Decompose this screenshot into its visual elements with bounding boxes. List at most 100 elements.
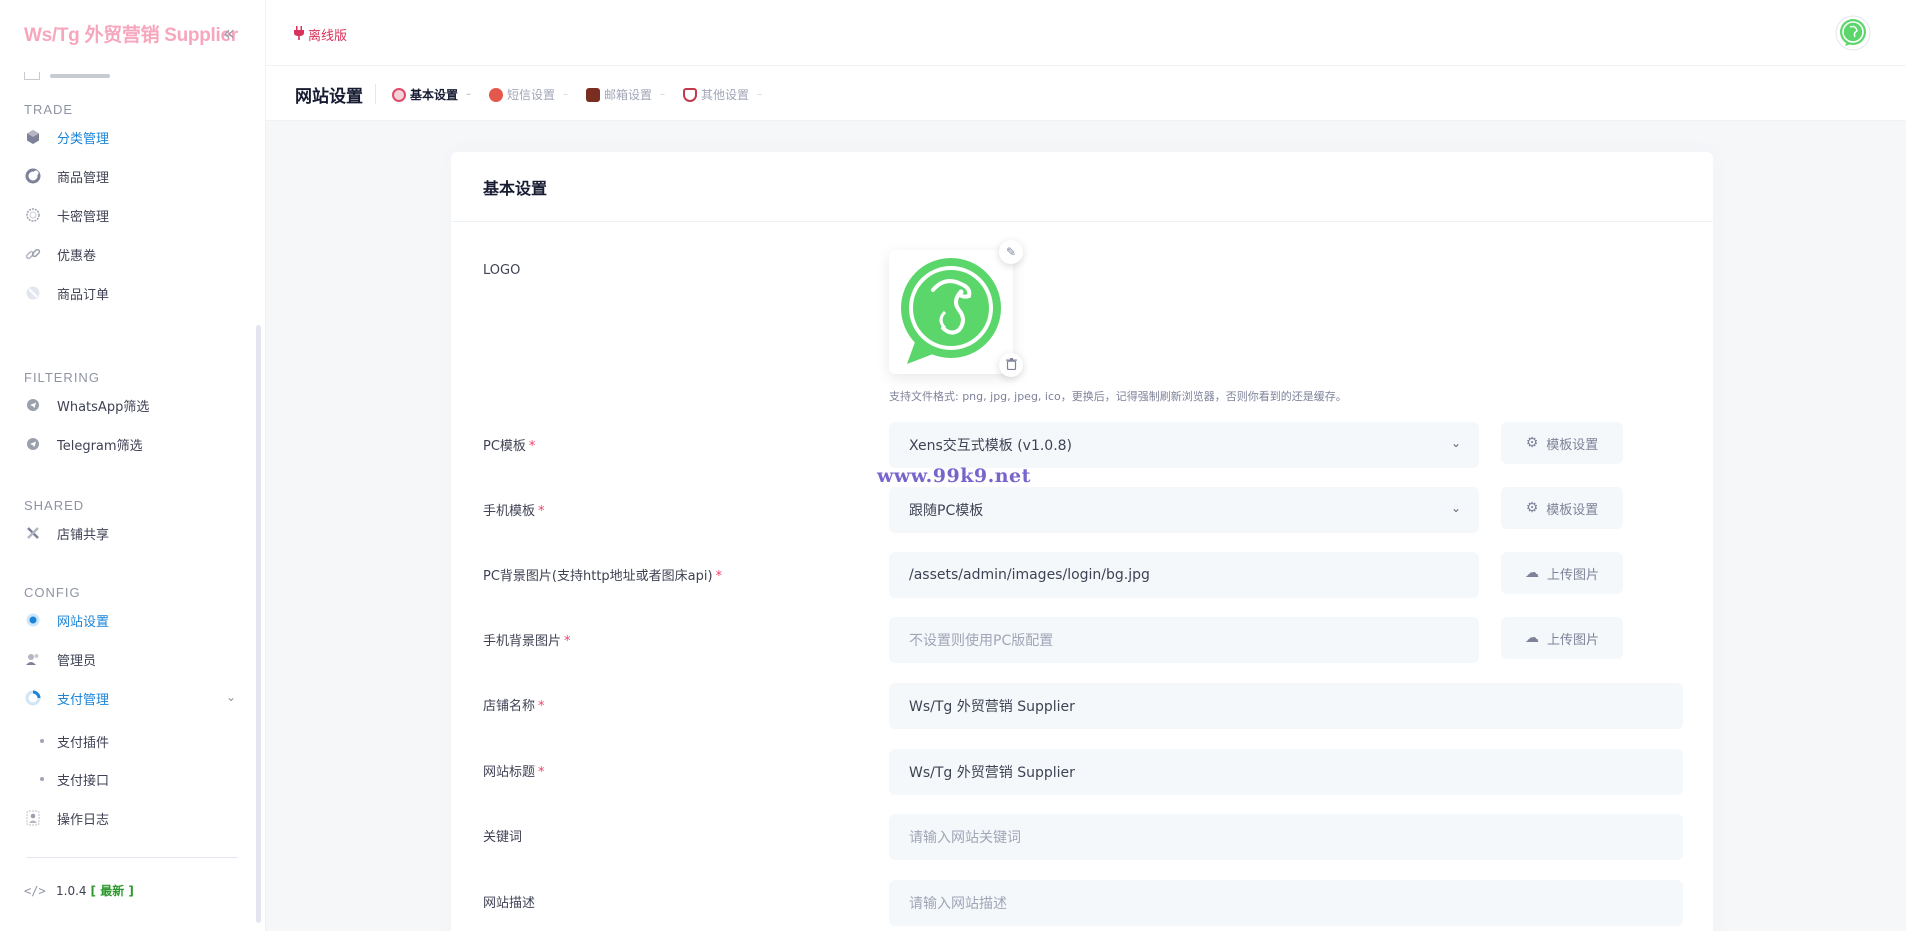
sidebar-item-admins[interactable]: 管理员	[24, 644, 244, 674]
tab-label: 其他设置	[701, 88, 750, 102]
page-toolbar: 网站设置 基本设置 – 短信设置 – 邮箱设置 – 其他设置 –	[266, 66, 1906, 121]
mobile-template-settings-button[interactable]: ⚙ 模板设置	[1501, 487, 1623, 529]
sidebar-item-cards[interactable]: 卡密管理	[24, 200, 244, 230]
collapse-sidebar-icon[interactable]: «	[218, 22, 240, 44]
mobile-template-settings-label: 模板设置	[1546, 502, 1599, 518]
sidebar: Ws/Tg 外贸营销 Supplier « TRADE 分类管理 商品管理 卡密…	[0, 0, 266, 931]
keywords-input[interactable]: 请输入网站关键词	[889, 814, 1683, 860]
shop-name-value: Ws/Tg 外贸营销 Supplier	[909, 699, 1075, 715]
chevron-down-icon: ⌄	[1450, 501, 1461, 515]
pc-template-settings-button[interactable]: ⚙ 模板设置	[1501, 422, 1623, 464]
shop-name-label: 店铺名称 *	[483, 695, 545, 714]
description-label: 网站描述	[483, 896, 536, 911]
menu-divider	[26, 857, 238, 858]
card-title: 基本设置	[483, 178, 548, 198]
mobile-background-placeholder: 不设置则使用PC版配置	[909, 633, 1054, 649]
tab-email-icon	[586, 87, 601, 102]
sidebar-item-orders[interactable]: 商品订单	[24, 278, 244, 308]
sidebar-subitem-pay-api[interactable]: 支付接口	[40, 765, 240, 793]
version-info[interactable]: </> 1.0.4 [ 最新 ]	[24, 882, 134, 899]
offline-label: 离线版	[308, 29, 348, 44]
sidebar-item-site-settings[interactable]: 网站设置	[24, 605, 244, 635]
tools-icon	[24, 524, 42, 542]
tab-separator: –	[466, 89, 472, 100]
link-icon	[24, 245, 42, 263]
settings-icon	[24, 611, 42, 629]
sidebar-item-category[interactable]: 分类管理	[24, 122, 244, 152]
required-mark: *	[564, 634, 571, 649]
settings-card: 基本设置 LOGO ✎ 支持文件格式: png, jpg, jpeg, ico，…	[451, 152, 1713, 931]
section-shared: SHARED	[24, 498, 85, 513]
pc-background-label: PC背景图片(支持http地址或者图床api) *	[483, 565, 722, 584]
pc-background-upload-button[interactable]: ☁ 上传图片	[1501, 552, 1623, 594]
sidebar-subitem-pay-plugins[interactable]: 支付插件	[40, 727, 240, 755]
keywords-label: 关键词	[483, 830, 523, 845]
telegram-icon	[24, 435, 42, 453]
sidebar-item-telegram[interactable]: Telegram筛选	[24, 429, 244, 459]
pc-template-select[interactable]: Xens交互式模板 (v1.0.8) ⌄	[889, 422, 1479, 468]
tab-other-settings[interactable]: 其他设置 –	[683, 86, 762, 103]
version-latest-badge: [ 最新 ]	[90, 884, 134, 898]
menu-item-partial[interactable]	[24, 71, 144, 81]
watermark-text: www.99k9.net	[877, 465, 1031, 487]
site-title-value: Ws/Tg 外贸营销 Supplier	[909, 765, 1075, 781]
sidebar-item-op-log[interactable]: 操作日志	[24, 803, 244, 833]
tab-basic-icon	[392, 87, 406, 102]
pc-background-value: /assets/admin/images/login/bg.jpg	[909, 567, 1150, 583]
tab-separator: –	[660, 89, 666, 100]
sidebar-item-label: 店铺共享	[57, 527, 110, 543]
chevron-down-icon: ⌄	[1450, 436, 1461, 450]
cube-icon	[24, 128, 42, 146]
offline-indicator[interactable]: 离线版	[294, 25, 347, 44]
tab-separator: –	[563, 89, 569, 100]
sidebar-item-shop-share[interactable]: 店铺共享	[24, 518, 244, 548]
edit-logo-button[interactable]: ✎	[999, 240, 1023, 264]
list-icon	[24, 72, 40, 80]
tab-basic-settings[interactable]: 基本设置 –	[392, 86, 471, 103]
required-mark: *	[538, 699, 545, 714]
mobile-background-upload-button[interactable]: ☁ 上传图片	[1501, 617, 1623, 659]
avatar[interactable]	[1835, 15, 1871, 51]
cloud-upload-icon: ☁	[1524, 565, 1539, 581]
sidebar-item-label: 管理员	[57, 653, 97, 669]
plug-icon	[294, 25, 304, 44]
sidebar-item-label: 分类管理	[57, 131, 110, 147]
tab-email-settings[interactable]: 邮箱设置 –	[586, 86, 665, 103]
site-title-input[interactable]: Ws/Tg 外贸营销 Supplier	[889, 749, 1683, 795]
mobile-template-select[interactable]: 跟随PC模板 ⌄	[889, 487, 1479, 533]
bullet-icon	[40, 777, 44, 781]
pie-chart-icon	[24, 689, 42, 707]
gears-icon: ⚙	[1525, 500, 1539, 516]
description-placeholder: 请输入网站描述	[909, 896, 1007, 912]
sidebar-item-goods[interactable]: 商品管理	[24, 161, 244, 191]
site-title-label: 网站标题 *	[483, 761, 545, 780]
shop-name-label-text: 店铺名称	[483, 699, 536, 714]
sidebar-item-label: 商品订单	[57, 287, 110, 303]
required-mark: *	[538, 765, 545, 780]
ban-icon	[24, 284, 42, 302]
logo-label: LOGO	[483, 263, 521, 278]
users-icon	[24, 650, 42, 668]
cloud-upload-icon: ☁	[1524, 630, 1539, 646]
sidebar-item-whatsapp[interactable]: WhatsApp筛选	[24, 390, 244, 420]
tab-sms-settings[interactable]: 短信设置 –	[489, 86, 568, 103]
keywords-placeholder: 请输入网站关键词	[909, 830, 1021, 846]
sidebar-item-coupon[interactable]: 优惠卷	[24, 239, 244, 269]
shop-name-input[interactable]: Ws/Tg 外贸营销 Supplier	[889, 683, 1683, 729]
page-title: 网站设置	[295, 87, 363, 107]
logo-format-hint: 支持文件格式: png, jpg, jpeg, ico，更换后，记得强制刷新浏览…	[889, 390, 1347, 403]
sidebar-item-label: 卡密管理	[57, 209, 110, 225]
sidebar-scrollbar[interactable]	[256, 325, 261, 923]
sidebar-item-payment[interactable]: 支付管理 ⌄	[24, 683, 244, 713]
telegram-icon	[24, 396, 42, 414]
mobile-background-input[interactable]: 不设置则使用PC版配置	[889, 617, 1479, 663]
tab-sms-icon	[489, 87, 504, 102]
delete-logo-button[interactable]	[999, 353, 1023, 377]
sidebar-item-label: 网站设置	[57, 614, 110, 630]
sidebar-item-label: 操作日志	[57, 812, 110, 828]
sidebar-item-label: 支付管理	[57, 692, 110, 708]
tab-label: 邮箱设置	[604, 88, 653, 102]
sidebar-item-label: 优惠卷	[57, 248, 97, 264]
description-input[interactable]: 请输入网站描述	[889, 880, 1683, 926]
pc-background-input[interactable]: /assets/admin/images/login/bg.jpg	[889, 552, 1479, 598]
